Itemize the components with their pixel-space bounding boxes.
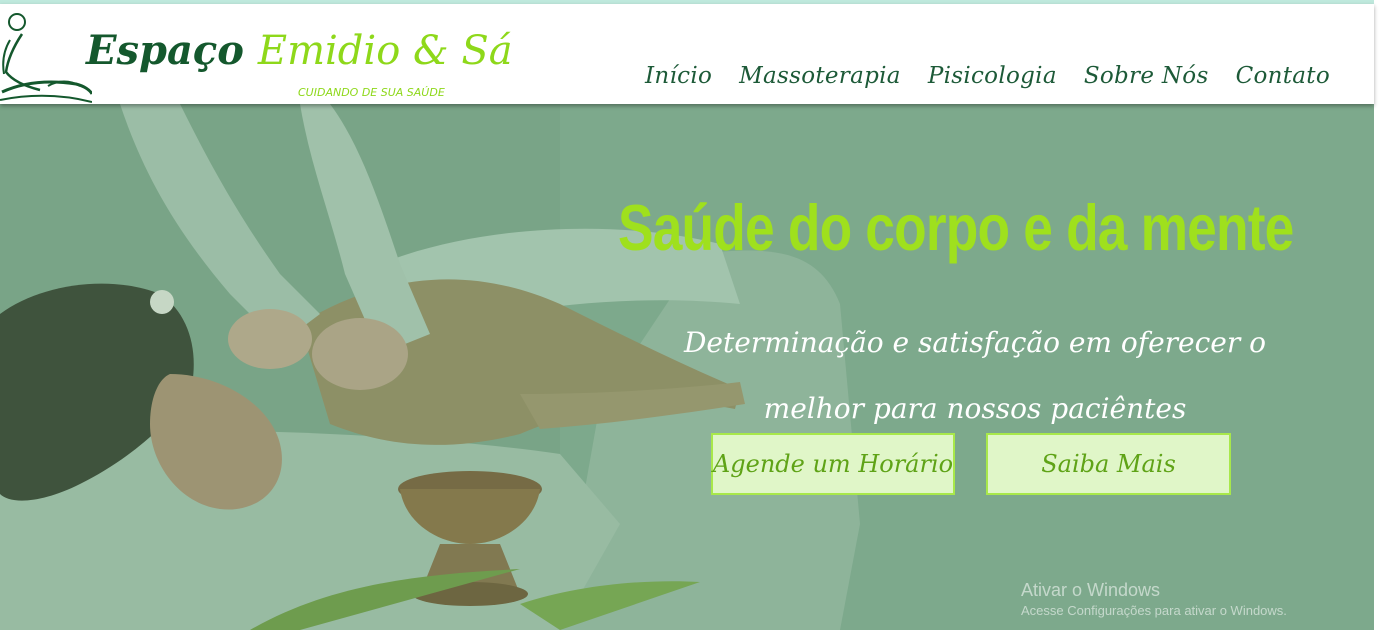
- nav-item-sobre-nos[interactable]: Sobre Nós: [1084, 63, 1209, 89]
- learn-more-button[interactable]: Saiba Mais: [986, 433, 1231, 495]
- site-header: Espaço Emidio & Sá CUIDANDO DE SUA SAÚDE…: [0, 4, 1374, 104]
- right-edge-strip: [1374, 0, 1380, 630]
- nav-item-contato[interactable]: Contato: [1236, 63, 1330, 89]
- nav-item-inicio[interactable]: Início: [645, 63, 712, 89]
- hero-subtitle: Determinação e satisfação em oferecer o …: [640, 310, 1310, 442]
- brand-name-part1: Espaço: [86, 27, 244, 74]
- hero-banner: Saúde do corpo e da mente Determinação e…: [0, 104, 1374, 630]
- massage-logo-icon[interactable]: [0, 10, 92, 104]
- hero-subtitle-line1: Determinação e satisfação em oferecer o: [683, 326, 1267, 359]
- nav-item-pisicologia[interactable]: Pisicologia: [928, 63, 1057, 89]
- brand-logo-text[interactable]: Espaço Emidio & Sá: [86, 27, 513, 75]
- schedule-appointment-button[interactable]: Agende um Horário: [711, 433, 955, 495]
- brand-tagline: CUIDANDO DE SUA SAÚDE: [298, 86, 445, 99]
- nav-item-massoterapia[interactable]: Massoterapia: [739, 63, 901, 89]
- brand-name-part2: Emidio & Sá: [257, 28, 513, 74]
- watermark-title: Ativar o Windows: [1021, 580, 1161, 600]
- windows-activation-watermark: Ativar o Windows Acesse Configurações pa…: [1021, 580, 1287, 618]
- main-nav: Início Massoterapia Pisicologia Sobre Nó…: [645, 63, 1330, 89]
- hero-title: Saúde do corpo e da mente: [618, 191, 1294, 264]
- watermark-subtitle: Acesse Configurações para ativar o Windo…: [1021, 603, 1287, 618]
